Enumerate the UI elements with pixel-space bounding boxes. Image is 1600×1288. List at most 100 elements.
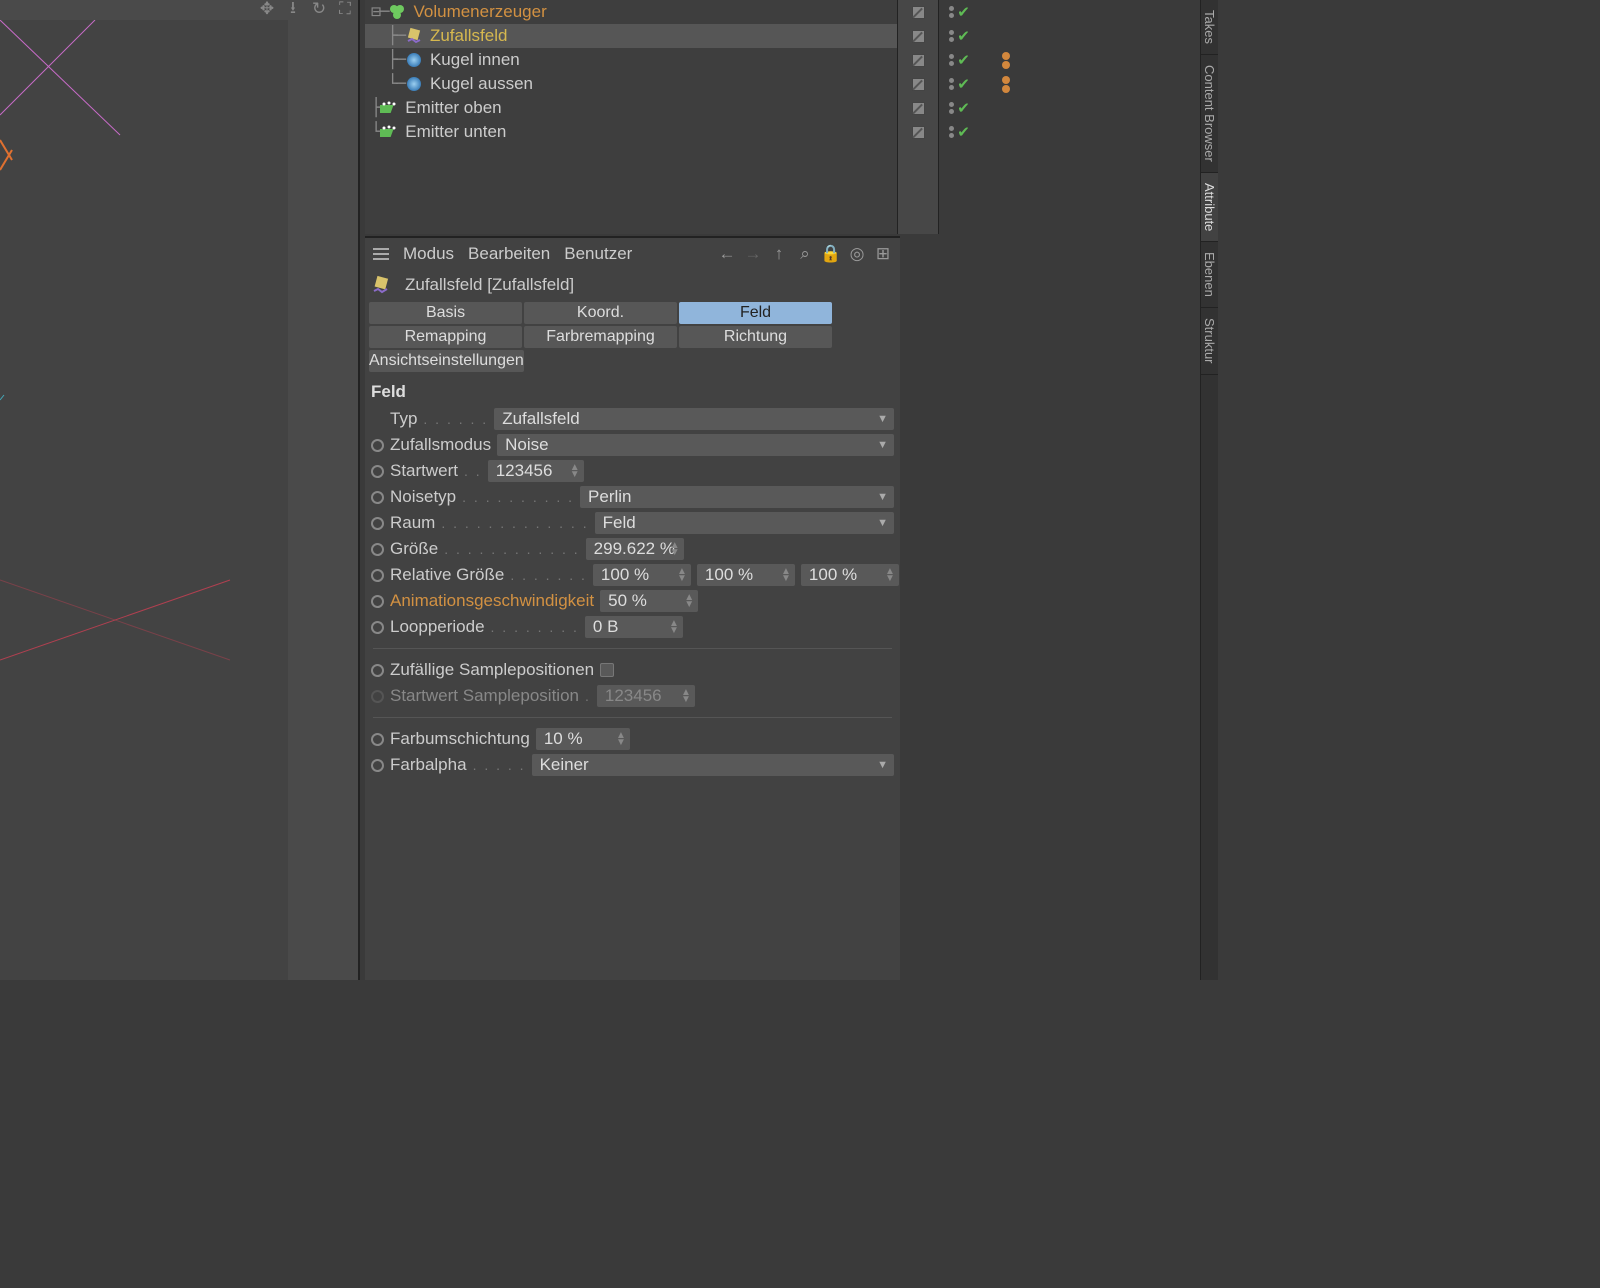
enabled-check[interactable]: ✔ xyxy=(957,75,970,93)
raum-dropdown[interactable]: Feld▼ xyxy=(595,512,894,534)
visibility-dots[interactable] xyxy=(949,126,954,138)
spinner-icon[interactable]: ▲▼ xyxy=(669,620,679,634)
menu-benutzer[interactable]: Benutzer xyxy=(564,244,632,264)
menu-icon[interactable] xyxy=(373,248,389,260)
menu-bearbeiten[interactable]: Bearbeiten xyxy=(468,244,550,264)
loop-input[interactable]: 0 B▲▼ xyxy=(585,616,683,638)
anim-toggle[interactable] xyxy=(371,517,384,530)
prop-label: Loopperiode xyxy=(390,617,485,637)
object-row[interactable]: ⊟─ Volumenerzeuger xyxy=(365,0,900,24)
prop-label: Noisetyp xyxy=(390,487,456,507)
tab-basis[interactable]: Basis xyxy=(369,302,522,324)
side-tab-struktur[interactable]: Struktur xyxy=(1201,308,1218,375)
tab-farbremapping[interactable]: Farbremapping xyxy=(524,326,677,348)
enabled-check[interactable]: ✔ xyxy=(957,99,970,117)
zufallsmodus-dropdown[interactable]: Noise▼ xyxy=(497,434,894,456)
side-tab-ebenen[interactable]: Ebenen xyxy=(1201,242,1218,308)
side-tab-content[interactable]: Content Browser xyxy=(1201,55,1218,173)
relgroesse-z-input[interactable]: 100 %▲▼ xyxy=(801,564,899,586)
visibility-dots[interactable] xyxy=(949,78,954,90)
tab-ansicht[interactable]: Ansichtseinstellungen xyxy=(369,350,524,372)
spinner-icon[interactable]: ▲▼ xyxy=(885,568,895,582)
attr-tabs: Basis Koord. Feld Remapping Farbremappin… xyxy=(365,300,900,374)
spinner-icon[interactable]: ▲▼ xyxy=(616,732,626,746)
side-tab-takes[interactable]: Takes xyxy=(1201,0,1218,55)
new-icon[interactable]: ⊞ xyxy=(874,245,892,263)
prop-label: Zufällige Samplepositionen xyxy=(390,660,594,680)
layer-flag[interactable] xyxy=(912,78,925,91)
chevron-down-icon: ▼ xyxy=(877,491,888,503)
prop-farbum: Farbumschichtung 10 %▲▼ xyxy=(365,726,900,752)
up-icon[interactable]: ↑ xyxy=(770,245,788,263)
startwert-input[interactable]: 123456▲▼ xyxy=(488,460,584,482)
enabled-check[interactable]: ✔ xyxy=(957,3,970,21)
enabled-check[interactable]: ✔ xyxy=(957,51,970,69)
object-label: Emitter unten xyxy=(405,122,506,142)
noisetyp-dropdown[interactable]: Perlin▼ xyxy=(580,486,894,508)
target-icon[interactable]: ◎ xyxy=(848,245,866,263)
relgroesse-x-input[interactable]: 100 %▲▼ xyxy=(593,564,691,586)
anim-toggle[interactable] xyxy=(371,439,384,452)
layer-flag[interactable] xyxy=(912,6,925,19)
sync-icon[interactable]: ↻ xyxy=(310,0,328,18)
side-tab-attribute[interactable]: Attribute xyxy=(1201,173,1218,242)
tab-remapping[interactable]: Remapping xyxy=(369,326,522,348)
spinner-icon[interactable]: ▲▼ xyxy=(570,464,580,478)
object-row[interactable]: ├ Emitter oben xyxy=(365,96,900,120)
relgroesse-y-input[interactable]: 100 %▲▼ xyxy=(697,564,795,586)
visibility-dots[interactable] xyxy=(949,102,954,114)
layer-flag[interactable] xyxy=(912,54,925,67)
tag-dots[interactable] xyxy=(1002,76,1010,93)
prop-label: Typ xyxy=(390,409,417,429)
typ-dropdown[interactable]: Zufallsfeld▼ xyxy=(494,408,894,430)
layer-flag-column xyxy=(897,0,939,234)
prop-samplestart: Startwert Sampleposition . 123456▲▼ xyxy=(365,683,900,709)
object-label: Kugel aussen xyxy=(430,74,533,94)
object-row[interactable]: ├─ Kugel innen xyxy=(365,48,900,72)
prop-label: Raum xyxy=(390,513,435,533)
object-manager: ⊟─ Volumenerzeuger ├─ Zufallsfeld ├─ Kug… xyxy=(365,0,900,234)
back-icon[interactable]: ← xyxy=(718,245,736,263)
anim-toggle[interactable] xyxy=(371,759,384,772)
spinner-icon[interactable]: ▲▼ xyxy=(670,542,680,556)
anim-toggle[interactable] xyxy=(371,569,384,582)
enabled-check[interactable]: ✔ xyxy=(957,27,970,45)
enabled-check[interactable]: ✔ xyxy=(957,123,970,141)
spinner-icon[interactable]: ▲▼ xyxy=(677,568,687,582)
frame-icon[interactable]: ⛶ xyxy=(336,0,354,18)
farbalpha-dropdown[interactable]: Keiner▼ xyxy=(532,754,894,776)
lock-icon[interactable]: 🔒 xyxy=(822,245,840,263)
viewport-3d[interactable] xyxy=(0,20,288,980)
object-row[interactable]: ├─ Zufallsfeld xyxy=(365,24,900,48)
menu-modus[interactable]: Modus xyxy=(403,244,454,264)
anim-toggle[interactable] xyxy=(371,543,384,556)
visibility-dots[interactable] xyxy=(949,6,954,18)
farbum-input[interactable]: 10 %▲▼ xyxy=(536,728,630,750)
move-icon[interactable]: ✥ xyxy=(258,0,276,18)
visibility-dots[interactable] xyxy=(949,54,954,66)
anim-toggle[interactable] xyxy=(371,491,384,504)
spinner-icon[interactable]: ▲▼ xyxy=(684,594,694,608)
anim-toggle[interactable] xyxy=(371,595,384,608)
object-row[interactable]: └─ Kugel aussen xyxy=(365,72,900,96)
tab-koord[interactable]: Koord. xyxy=(524,302,677,324)
layer-flag[interactable] xyxy=(912,30,925,43)
tag-dots[interactable] xyxy=(1002,52,1010,69)
anim-toggle[interactable] xyxy=(371,664,384,677)
spinner-icon[interactable]: ▲▼ xyxy=(781,568,791,582)
object-row[interactable]: └ Emitter unten xyxy=(365,120,900,144)
layer-flag[interactable] xyxy=(912,102,925,115)
anim-toggle[interactable] xyxy=(371,733,384,746)
visibility-dots[interactable] xyxy=(949,30,954,42)
search-icon[interactable]: ⌕ xyxy=(796,245,814,263)
layer-flag[interactable] xyxy=(912,126,925,139)
anim-toggle[interactable] xyxy=(371,621,384,634)
animspeed-input[interactable]: 50 %▲▼ xyxy=(600,590,698,612)
tab-richtung[interactable]: Richtung xyxy=(679,326,832,348)
groesse-input[interactable]: 299.622 %▲▼ xyxy=(586,538,684,560)
samplepos-checkbox[interactable] xyxy=(600,663,614,677)
tab-feld[interactable]: Feld xyxy=(679,302,832,324)
forward-icon[interactable]: → xyxy=(744,245,762,263)
anim-toggle[interactable] xyxy=(371,465,384,478)
drop-icon[interactable]: ⭳ xyxy=(284,0,302,18)
